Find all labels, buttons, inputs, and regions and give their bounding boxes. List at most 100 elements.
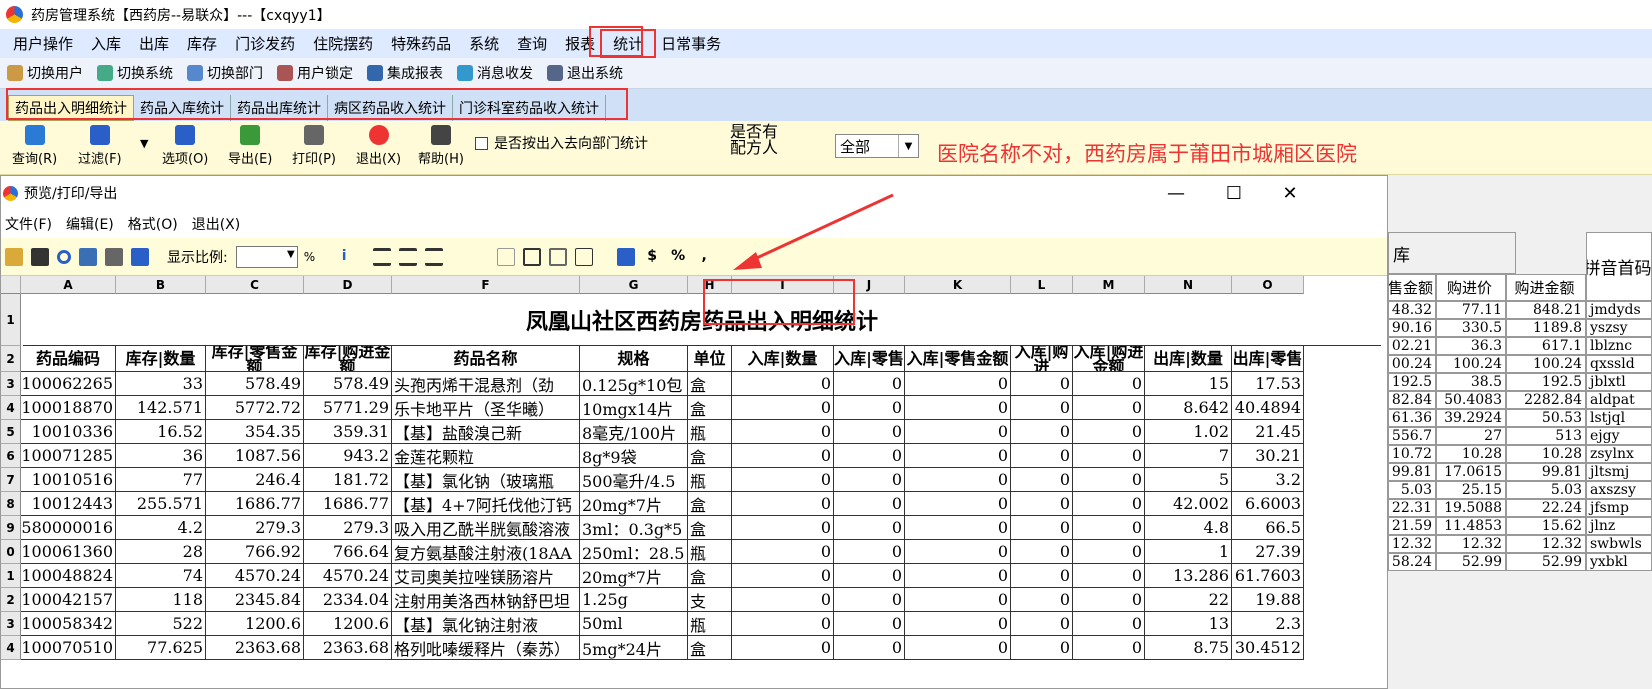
table-cell: 吸入用乙酰半胱氨酸溶液 (392, 516, 580, 540)
percent-icon[interactable]: % (669, 248, 687, 266)
toolbar-button[interactable]: 切换部门 (180, 63, 270, 83)
maximize-icon[interactable]: ☐ (1211, 176, 1257, 210)
dept-checkbox[interactable]: 是否按出入去向部门统计 (475, 133, 648, 153)
action-button[interactable]: 过滤(F) (78, 125, 122, 167)
prescriber-select[interactable]: 全部 ▼ (835, 134, 919, 158)
row-header[interactable]: 6 (1, 444, 21, 468)
column-header[interactable]: K (905, 276, 1011, 294)
table-cell: 【基】氯化钠注射液 (392, 612, 580, 636)
menu-item[interactable]: 出库 (130, 33, 178, 54)
preview-menu-item[interactable]: 格式(O) (128, 214, 188, 234)
table-cell: 77.625 (116, 636, 206, 660)
row-header[interactable]: 3 (1, 372, 21, 396)
table-cell: 0 (1011, 492, 1073, 516)
chevron-down-icon[interactable]: ▼ (140, 137, 148, 150)
action-button[interactable]: 退出(X) (356, 125, 401, 167)
menu-item[interactable]: 日常事务 (652, 33, 730, 54)
exit-icon[interactable] (131, 247, 149, 266)
row-header[interactable]: 3 (1, 612, 21, 636)
preview-menu-item[interactable]: 文件(F) (5, 214, 62, 234)
preview-menu-item[interactable]: 退出(X) (192, 214, 251, 234)
row-header[interactable]: 1 (1, 294, 21, 346)
align-left-icon[interactable] (373, 247, 392, 266)
print-icon[interactable] (105, 247, 123, 266)
right-cell: 5.03 (1506, 481, 1586, 499)
menu-item[interactable]: 特殊药品 (382, 33, 460, 54)
menu-item[interactable]: 入库 (82, 33, 130, 54)
align-right-icon[interactable] (425, 247, 444, 266)
border-none-icon[interactable] (497, 247, 516, 266)
menu-item[interactable]: 查询 (508, 33, 556, 54)
comma-icon[interactable]: , (695, 248, 713, 266)
table-cell: 0 (1011, 468, 1073, 492)
row-header[interactable]: 2 (1, 346, 21, 372)
toolbar-button[interactable]: 集成报表 (360, 63, 450, 83)
table-cell: 金莲花颗粒 (392, 444, 580, 468)
column-header[interactable]: M (1073, 276, 1145, 294)
column-header[interactable]: C (206, 276, 304, 294)
column-header[interactable]: F (392, 276, 580, 294)
column-header[interactable]: N (1145, 276, 1232, 294)
table-cell: 0 (732, 588, 834, 612)
table-cell: 格列吡嗪缓释片（秦苏） (392, 636, 580, 660)
right-cell: 21.59 (1388, 517, 1436, 535)
table-cell: 0 (732, 564, 834, 588)
info-icon[interactable]: i (335, 248, 353, 266)
export-icon[interactable] (79, 247, 97, 266)
action-button[interactable]: 导出(E) (228, 125, 272, 167)
menu-item[interactable]: 系统 (460, 33, 508, 54)
zoom-select[interactable]: ▼ (235, 245, 298, 268)
column-header[interactable]: B (116, 276, 206, 294)
checkbox-box[interactable] (475, 136, 488, 150)
menu-item[interactable]: 库存 (178, 33, 226, 54)
close-icon[interactable]: ✕ (1267, 176, 1313, 210)
format-icon[interactable] (617, 247, 636, 266)
minimize-icon[interactable]: — (1153, 176, 1199, 210)
row-header[interactable]: 8 (1, 492, 21, 516)
chevron-down-icon[interactable]: ▼ (898, 135, 918, 157)
row-header[interactable]: 1 (1, 564, 21, 588)
row-header[interactable]: 7 (1, 468, 21, 492)
preview-menu-bar: 文件(F) 编辑(E) 格式(O) 退出(X) (1, 210, 1387, 238)
border-inner-icon[interactable] (575, 247, 594, 266)
menu-item[interactable]: 用户操作 (4, 33, 82, 54)
row-header[interactable]: 0 (1, 540, 21, 564)
chevron-down-icon[interactable]: ▼ (287, 249, 295, 260)
right-cell: 39.2924 (1436, 409, 1506, 427)
sheet-corner[interactable] (1, 276, 21, 294)
border-all-icon[interactable] (523, 247, 542, 266)
row-header[interactable]: 4 (1, 636, 21, 660)
row-header[interactable]: 5 (1, 420, 21, 444)
open-icon[interactable] (5, 247, 23, 266)
menu-item[interactable]: 住院摆药 (304, 33, 382, 54)
table-header: 单位 (688, 346, 732, 372)
column-header[interactable]: L (1011, 276, 1073, 294)
row-header[interactable]: 9 (1, 516, 21, 540)
preview-menu-item[interactable]: 编辑(E) (66, 214, 124, 234)
column-header[interactable]: A (21, 276, 116, 294)
currency-icon[interactable]: $ (643, 248, 661, 266)
column-header[interactable]: D (304, 276, 392, 294)
column-header[interactable]: G (580, 276, 688, 294)
menu-item[interactable]: 门诊发药 (226, 33, 304, 54)
action-button[interactable]: 打印(P) (292, 125, 336, 167)
toolbar-button[interactable]: 消息收发 (450, 63, 540, 83)
save-icon[interactable] (31, 247, 49, 266)
column-header[interactable]: O (1232, 276, 1304, 294)
row-header[interactable]: 4 (1, 396, 21, 420)
toolbar-button[interactable]: 用户锁定 (270, 63, 360, 83)
action-button[interactable]: 查询(R) (12, 125, 57, 167)
table-cell: 0 (1073, 612, 1145, 636)
right-cell: axszsy (1586, 481, 1652, 499)
action-button[interactable]: 选项(O) (162, 125, 208, 167)
toolbar-button[interactable]: 退出系统 (540, 63, 630, 83)
align-center-icon[interactable] (399, 247, 418, 266)
table-cell: 100061360 (21, 540, 116, 564)
action-button[interactable]: 帮助(H) (418, 125, 464, 167)
toolbar-button[interactable]: 切换系统 (90, 63, 180, 83)
row-header[interactable]: 2 (1, 588, 21, 612)
table-cell: 瓶 (688, 468, 732, 492)
refresh-icon[interactable] (57, 249, 71, 264)
border-outer-icon[interactable] (549, 247, 568, 266)
toolbar-button[interactable]: 切换用户 (0, 63, 90, 83)
